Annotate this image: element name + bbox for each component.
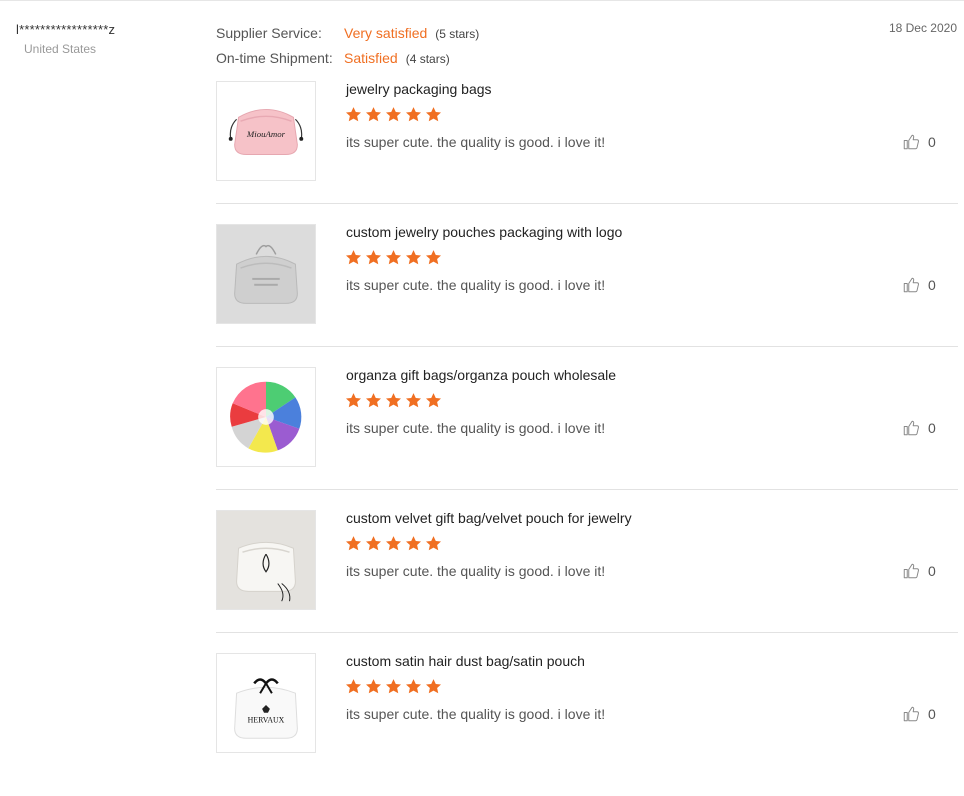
like-button[interactable]: 0 <box>902 562 936 580</box>
product-star-rating <box>345 535 442 552</box>
reviewer-info: l*****************z United States <box>16 22 115 56</box>
star-icon <box>425 678 442 695</box>
rating-star-count: (4 stars) <box>405 52 450 66</box>
star-icon <box>425 392 442 409</box>
like-button[interactable]: 0 <box>902 133 936 151</box>
product-review-item: custom velvet gift bag/velvet pouch for … <box>216 510 958 653</box>
product-brand-mark: MiouAmor <box>246 129 286 139</box>
star-icon <box>345 535 362 552</box>
product-thumbnail[interactable] <box>216 510 316 610</box>
product-title[interactable]: jewelry packaging bags <box>346 81 492 97</box>
supplier-ratings: Supplier Service: Very satisfied (5 star… <box>216 21 479 71</box>
rating-supplier-service: Supplier Service: Very satisfied (5 star… <box>216 21 479 46</box>
product-review-list: MiouAmor jewelry packaging bags its supe… <box>216 81 958 796</box>
star-icon <box>405 106 422 123</box>
review-text: its super cute. the quality is good. i l… <box>346 134 606 150</box>
review-text: its super cute. the quality is good. i l… <box>346 277 606 293</box>
product-review-item: MiouAmor jewelry packaging bags its supe… <box>216 81 958 224</box>
star-icon <box>405 392 422 409</box>
star-icon <box>405 535 422 552</box>
star-icon <box>425 106 442 123</box>
like-count: 0 <box>928 134 936 150</box>
star-icon <box>405 678 422 695</box>
star-icon <box>385 678 402 695</box>
star-icon <box>345 106 362 123</box>
star-icon <box>365 106 382 123</box>
thumbs-up-icon <box>902 705 920 723</box>
organza-bags-image <box>217 368 315 466</box>
product-thumbnail[interactable]: MiouAmor <box>216 81 316 181</box>
thumbs-up-icon <box>902 133 920 151</box>
thumbs-up-icon <box>902 562 920 580</box>
top-divider <box>0 0 964 1</box>
review-text: its super cute. the quality is good. i l… <box>346 563 606 579</box>
grey-pouch-image <box>217 225 315 323</box>
star-icon <box>365 249 382 266</box>
star-icon <box>345 678 362 695</box>
product-title[interactable]: custom jewelry pouches packaging with lo… <box>346 224 622 240</box>
like-count: 0 <box>928 706 936 722</box>
product-title[interactable]: organza gift bags/organza pouch wholesal… <box>346 367 616 383</box>
product-review-item: organza gift bags/organza pouch wholesal… <box>216 367 958 510</box>
satin-pouch-image: HERVAUX <box>217 654 315 752</box>
like-button[interactable]: 0 <box>902 276 936 294</box>
star-icon <box>385 106 402 123</box>
product-thumbnail[interactable] <box>216 224 316 324</box>
star-icon <box>345 249 362 266</box>
like-button[interactable]: 0 <box>902 419 936 437</box>
product-title[interactable]: custom velvet gift bag/velvet pouch for … <box>346 510 632 526</box>
product-star-rating <box>345 392 442 409</box>
star-icon <box>425 249 442 266</box>
like-count: 0 <box>928 563 936 579</box>
star-icon <box>405 249 422 266</box>
thumbs-up-icon <box>902 419 920 437</box>
like-count: 0 <box>928 277 936 293</box>
rating-value: Satisfied <box>344 50 398 66</box>
star-icon <box>385 249 402 266</box>
review-text: its super cute. the quality is good. i l… <box>346 420 606 436</box>
star-icon <box>345 392 362 409</box>
star-icon <box>365 535 382 552</box>
star-icon <box>365 392 382 409</box>
rating-label: On-time Shipment: <box>216 50 333 66</box>
like-count: 0 <box>928 420 936 436</box>
product-title[interactable]: custom satin hair dust bag/satin pouch <box>346 653 585 669</box>
product-star-rating <box>345 678 442 695</box>
product-star-rating <box>345 249 442 266</box>
star-icon <box>385 535 402 552</box>
pink-pouch-image: MiouAmor <box>217 82 315 180</box>
review-date: 18 Dec 2020 <box>888 21 957 35</box>
product-thumbnail[interactable]: HERVAUX <box>216 653 316 753</box>
product-star-rating <box>345 106 442 123</box>
reviewer-country: United States <box>24 42 97 56</box>
rating-value: Very satisfied <box>344 25 428 41</box>
rating-ontime-shipment: On-time Shipment: Satisfied (4 stars) <box>216 46 479 71</box>
reviewer-name: l*****************z <box>16 22 116 37</box>
product-thumbnail[interactable] <box>216 367 316 467</box>
rating-star-count: (5 stars) <box>435 27 480 41</box>
star-icon <box>365 678 382 695</box>
product-brand-mark: HERVAUX <box>248 716 285 725</box>
star-icon <box>385 392 402 409</box>
review-text: its super cute. the quality is good. i l… <box>346 706 606 722</box>
rating-label: Supplier Service: <box>216 25 322 41</box>
star-icon <box>425 535 442 552</box>
product-review-item: custom jewelry pouches packaging with lo… <box>216 224 958 367</box>
product-review-item: HERVAUX custom satin hair dust bag/satin… <box>216 653 958 796</box>
thumbs-up-icon <box>902 276 920 294</box>
velvet-pouch-image <box>217 511 315 609</box>
like-button[interactable]: 0 <box>902 705 936 723</box>
